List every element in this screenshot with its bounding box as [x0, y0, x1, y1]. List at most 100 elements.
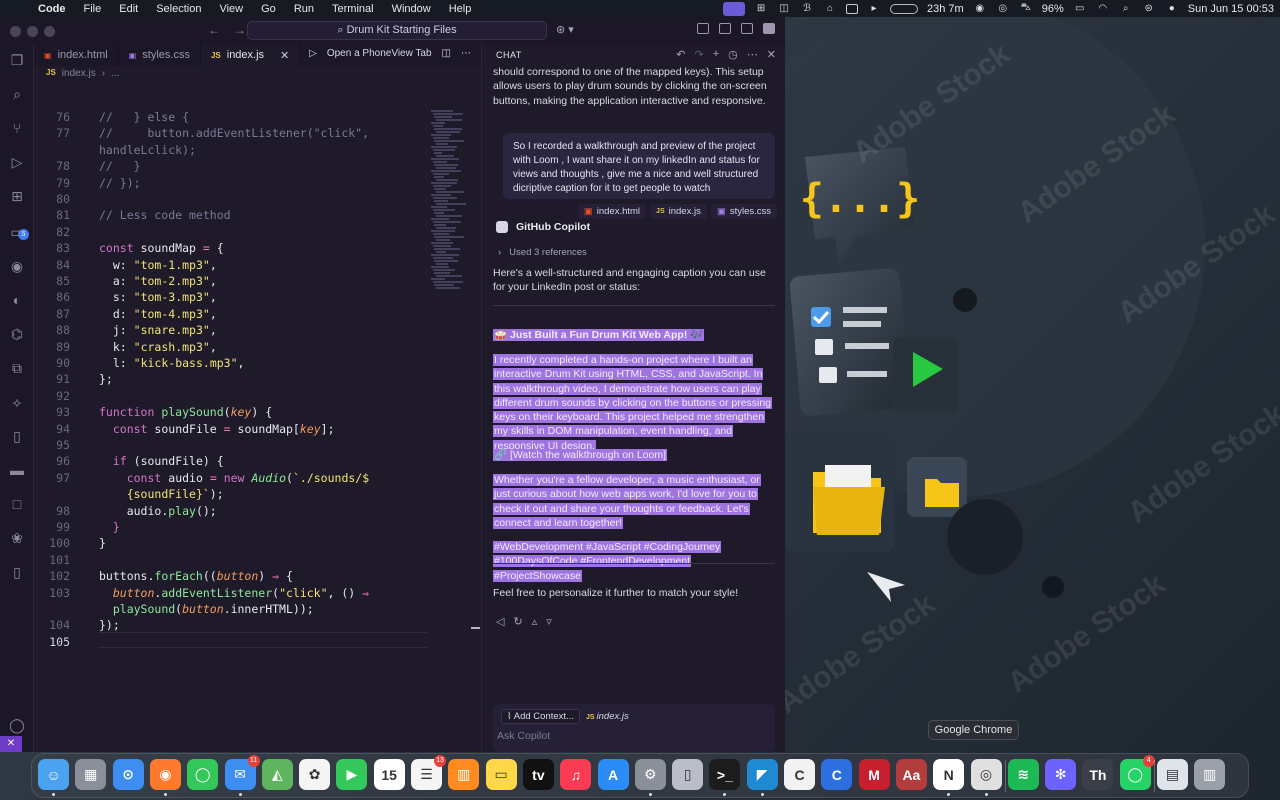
chat-title[interactable]: CHAT [496, 50, 522, 60]
command-center[interactable]: ⌕ Drum Kit Starting Files [247, 21, 547, 40]
launchpad-icon[interactable]: ▦ [75, 759, 107, 790]
code-line[interactable]: 91}; [34, 372, 429, 388]
breadcrumb-file[interactable]: index.js [62, 68, 96, 79]
code-line[interactable]: 98 audio.play(); [34, 504, 429, 520]
copilot-menu-icon[interactable]: ⊛ ▾ [556, 23, 574, 36]
user-circle-icon[interactable]: ◎ [996, 3, 1010, 14]
screen-record-icon[interactable] [723, 1, 746, 16]
blocks-icon[interactable]: ⧉ [9, 360, 25, 376]
code-line[interactable]: 96 if (soundFile) { [34, 454, 429, 470]
more-actions-icon[interactable]: ⋯ [461, 48, 471, 59]
dictionary-icon[interactable]: Aa [895, 759, 927, 790]
car-icon[interactable]: ⛍ [1019, 2, 1033, 14]
code-line[interactable]: 76 // } else { [34, 110, 429, 126]
phone-icon[interactable]: ▯ [672, 759, 704, 790]
code-line[interactable]: 94 const soundFile = soundMap[key]; [34, 422, 429, 438]
terminal-icon[interactable]: >_ [709, 759, 741, 790]
code-line[interactable]: 88 j: "snare.mp3", [34, 323, 429, 339]
source-control-icon[interactable]: ⑂ [9, 120, 25, 136]
forward-arrow-icon[interactable]: → [234, 23, 246, 37]
reminders-icon[interactable]: ☰ 13 [411, 755, 446, 790]
run-icon[interactable]: ▷ [309, 48, 317, 59]
code-line[interactable]: 100} [34, 536, 429, 552]
code-line[interactable]: handleLclick); [34, 143, 429, 159]
menu-edit[interactable]: Edit [110, 3, 147, 15]
menu-view[interactable]: View [210, 3, 252, 15]
perplexity-icon[interactable]: ✻ [1045, 759, 1077, 790]
photos-icon[interactable]: ✿ [299, 759, 331, 790]
code-line[interactable]: 77 // button.addEventListener("click", [34, 126, 429, 142]
code-line[interactable]: 101 [34, 553, 429, 569]
code-line[interactable]: 78 // } [34, 159, 429, 175]
code-line[interactable]: 89 k: "crash.mp3", [34, 340, 429, 356]
clock[interactable]: Sun Jun 15 00:53 [1188, 3, 1274, 15]
code-line[interactable]: 79 // }); [34, 176, 429, 192]
notion-menu-icon[interactable] [846, 3, 859, 14]
code-line[interactable]: 103 button.addEventListener("click", () … [34, 586, 429, 602]
search-icon[interactable]: ⌕ [9, 86, 25, 102]
wifi-icon[interactable]: ◠ [1096, 3, 1110, 14]
reference-chip[interactable]: ▣ styles.css [710, 204, 777, 219]
ccleaner-icon[interactable]: C [821, 759, 853, 790]
spotify-icon[interactable]: ≋ [1007, 759, 1039, 790]
code-line[interactable]: 86 s: "tom-3.mp3", [34, 290, 429, 306]
history-icon[interactable]: ◷ [728, 48, 738, 61]
menu-file[interactable]: File [75, 3, 111, 15]
reference-chip[interactable]: JS index.js [650, 204, 707, 219]
firefox-icon[interactable]: ◉ [149, 759, 181, 790]
code-line[interactable]: playSound(button.innerHTML)); [34, 602, 429, 618]
timeline-icon[interactable]: ⌬ [9, 326, 25, 342]
code-line[interactable]: 85 a: "tom-2.mp3", [34, 274, 429, 290]
messages-icon[interactable]: ◯ [187, 759, 219, 790]
ask-copilot-input[interactable]: Ask Copilot [497, 730, 550, 742]
reference-chip[interactable]: ▣ index.html [577, 204, 647, 219]
mail-icon[interactable]: ✉ 11 [224, 755, 260, 790]
close-icon[interactable]: ✕ [767, 48, 776, 61]
close-window-button[interactable] [10, 26, 21, 37]
used-references-toggle[interactable]: › Used 3 references [498, 247, 587, 258]
code-line[interactable]: 90 l: "kick-bass.mp3", [34, 356, 429, 372]
notes-icon[interactable]: ▭ [485, 759, 517, 790]
mobile-preview-icon[interactable]: ▯ [9, 564, 25, 580]
github-icon[interactable]: ◉ [9, 258, 25, 274]
tab-index-js[interactable]: JS index.js ✕ [200, 44, 301, 66]
menu-selection[interactable]: Selection [147, 3, 210, 15]
calendar-icon[interactable]: 15 [373, 759, 405, 790]
add-context-button[interactable]: ⌇ Add Context... [501, 709, 580, 724]
chrome-icon[interactable]: ◎ [970, 759, 1002, 790]
undo-icon[interactable]: ↶ [676, 48, 685, 61]
menu-terminal[interactable]: Terminal [323, 3, 383, 15]
thumbs-down-icon[interactable]: ▿ [546, 615, 552, 628]
cursor-icon[interactable]: ▸ [867, 3, 881, 14]
toggle-sidebar-icon[interactable] [697, 23, 709, 34]
grid-icon[interactable]: ⊞ [754, 3, 768, 14]
code-line[interactable]: 83 const soundMap = { [34, 241, 429, 257]
tv-icon[interactable]: tv [522, 759, 554, 790]
siri-icon[interactable]: ● [1165, 3, 1179, 14]
camera-icon[interactable]: ◫ [777, 3, 791, 14]
settings-icon[interactable]: ⚙ [634, 759, 666, 790]
retry-icon[interactable]: ↻ [513, 615, 522, 628]
facetime-icon[interactable]: ▶ [336, 759, 368, 790]
phoneview-button[interactable]: Open a PhoneView Tab [327, 48, 432, 59]
code-line[interactable]: 104}); [34, 618, 429, 634]
toggle-secondary-sidebar-icon[interactable] [741, 23, 753, 34]
mendeley-icon[interactable]: M [858, 759, 890, 790]
phone-icon[interactable]: ▯ [9, 428, 25, 444]
tab-index-html[interactable]: ▣ index.html [34, 44, 119, 66]
explorer-icon[interactable]: ❐ [9, 52, 25, 68]
code-line[interactable]: 97 const audio = new Audio(`./sounds/$ [34, 471, 429, 487]
run-debug-icon[interactable]: ▷ [9, 154, 25, 170]
menu-window[interactable]: Window [383, 3, 440, 15]
remote-explorer-icon[interactable]: ▭ [9, 224, 25, 240]
split-editor-icon[interactable]: ◫ [442, 48, 451, 59]
code-line[interactable]: 82 [34, 225, 429, 241]
music-icon[interactable]: ♫ [560, 759, 592, 790]
breadcrumb-rest[interactable]: ... [111, 68, 119, 79]
redo-icon[interactable]: ↷ [695, 48, 704, 61]
code-line[interactable]: 102 buttons.forEach((button) ⇒ { [34, 569, 429, 585]
minimize-window-button[interactable] [27, 26, 38, 37]
code-line[interactable]: {soundFile}`); [34, 487, 429, 503]
code-line[interactable]: 105 [34, 635, 429, 651]
code-line[interactable]: 99 } [34, 520, 429, 536]
